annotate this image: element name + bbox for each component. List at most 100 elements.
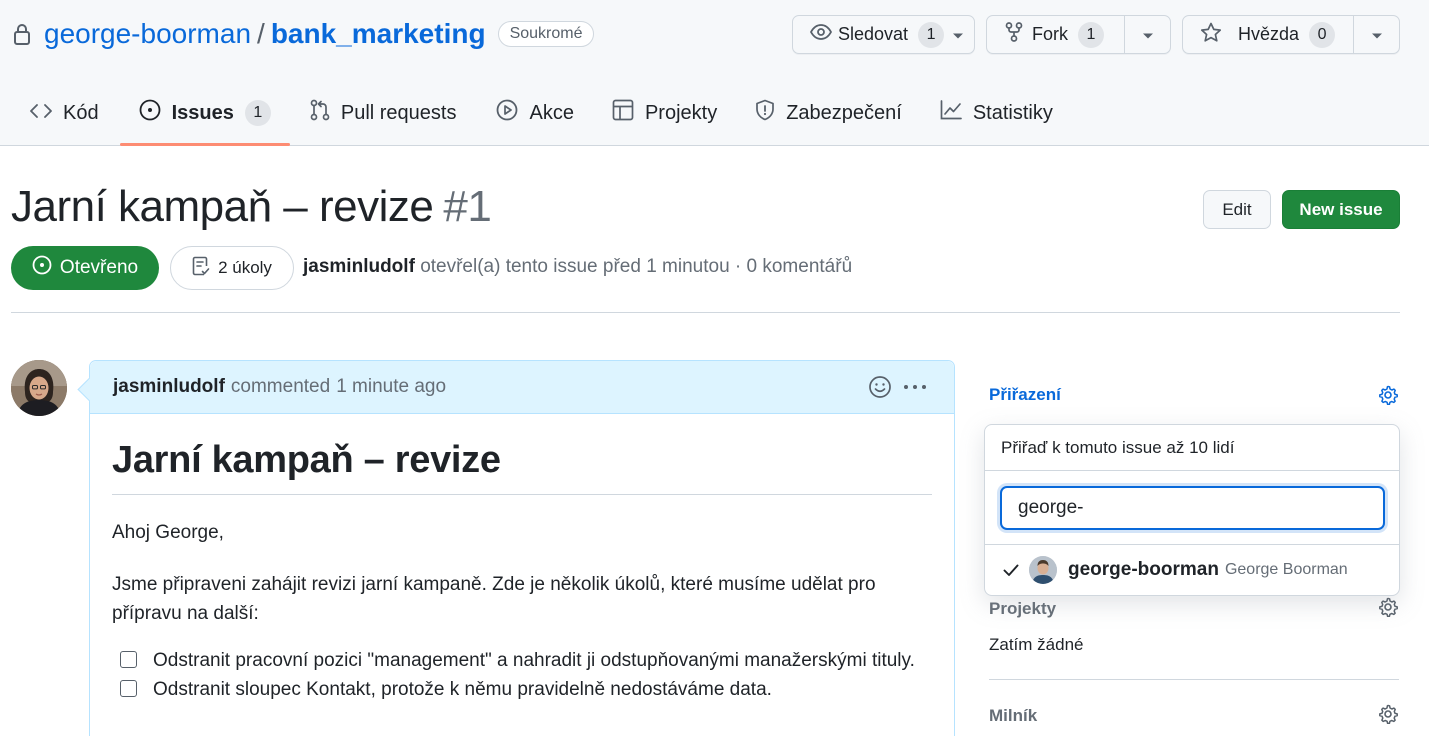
gear-icon[interactable]: [1378, 597, 1398, 618]
comment-box: jasminludolf commented 1 minute ago Jarn…: [89, 360, 955, 736]
table-icon: [612, 99, 645, 127]
tab-code[interactable]: Kód: [0, 88, 118, 138]
checklist-icon: [192, 256, 218, 281]
issue-number: #1: [443, 182, 492, 231]
projects-value: Zatím žádné: [989, 635, 1084, 654]
tab-security[interactable]: Zabezpečení: [736, 88, 921, 138]
tab-issues[interactable]: Issues 1: [119, 88, 291, 146]
issue-meta-text: otevřel(a) tento issue před 1 minutou · …: [420, 256, 853, 277]
avatar: [1029, 556, 1057, 584]
task-text: Odstranit sloupec Kontakt, protože k něm…: [153, 679, 772, 700]
repo-owner-link[interactable]: george-boorman: [44, 18, 251, 50]
play-icon: [496, 99, 529, 127]
tasks-badge[interactable]: 2 úkoly: [170, 246, 294, 290]
issue-opened-icon: [139, 99, 172, 127]
task-text: Odstranit pracovní pozici "management" a…: [153, 650, 915, 671]
watch-count: 1: [918, 21, 945, 48]
repo-nav: Kód Issues 1 Pull requests Akce Projekty…: [0, 88, 1072, 146]
comment-action: commented: [230, 376, 331, 397]
repo-name-link[interactable]: bank_marketing: [271, 18, 486, 50]
tasks-label: 2 úkoly: [218, 258, 272, 277]
tab-actions[interactable]: Akce: [477, 88, 592, 138]
tab-issues-count: 1: [244, 100, 271, 126]
tab-actions-label: Akce: [529, 101, 574, 124]
assignee-filter-input[interactable]: [1000, 486, 1385, 530]
comment-header: jasminludolf commented 1 minute ago: [90, 361, 954, 414]
comment-timestamp[interactable]: 1 minute ago: [336, 376, 446, 398]
fork-button-group: Fork 1: [986, 15, 1171, 54]
issue-state-label: Otevřeno: [59, 257, 139, 278]
lock-icon: [12, 22, 32, 46]
issue-title: Jarní kampaň – revize #1: [11, 182, 492, 232]
task-checkbox[interactable]: [120, 680, 137, 697]
star-button-group: Hvězda 0: [1182, 15, 1400, 54]
avatar[interactable]: [11, 360, 67, 416]
tab-insights-label: Statistiky: [972, 101, 1053, 124]
git-pull-request-icon: [310, 99, 341, 127]
task-list-item: Odstranit pracovní pozici "management" a…: [112, 646, 932, 675]
comment-heading: Jarní kampaň – revize: [112, 439, 932, 495]
task-list: Odstranit pracovní pozici "management" a…: [112, 646, 932, 704]
assignee-option[interactable]: george-boorman George Boorman: [985, 545, 1399, 595]
star-icon: [1200, 22, 1222, 48]
fork-menu-button[interactable]: [1124, 16, 1170, 53]
watch-button[interactable]: Sledovat 1: [792, 15, 975, 54]
issue-state-badge: Otevřeno: [11, 246, 159, 290]
issue-author-link[interactable]: jasminludolf: [303, 256, 415, 277]
fork-count: 1: [1078, 21, 1104, 48]
milestone-heading[interactable]: Milník: [989, 706, 1037, 726]
fork-button[interactable]: Fork 1: [987, 16, 1124, 53]
repo-title: george-boorman / bank_marketing Soukromé: [12, 16, 595, 52]
sidebar-divider: [989, 679, 1399, 680]
gear-icon[interactable]: [1378, 385, 1398, 406]
comment-greeting: Ahoj George,: [112, 522, 224, 543]
task-checkbox[interactable]: [120, 651, 137, 668]
code-icon: [30, 102, 63, 125]
repo-header: george-boorman / bank_marketing Soukromé…: [0, 0, 1429, 146]
task-list-item: Odstranit sloupec Kontakt, protože k něm…: [112, 675, 932, 704]
visibility-badge: Soukromé: [497, 21, 595, 47]
caret-down-icon: [1142, 24, 1154, 45]
tab-pull-requests[interactable]: Pull requests: [291, 88, 476, 138]
issue-title-text: Jarní kampaň – revize: [11, 182, 434, 231]
kebab-horizontal-icon[interactable]: [902, 375, 928, 399]
edit-button[interactable]: Edit: [1203, 190, 1271, 229]
repo-separator: /: [257, 18, 265, 49]
fork-label: Fork: [1032, 24, 1068, 44]
comment-actions: [868, 375, 928, 399]
assignees-heading[interactable]: Přiřazení: [989, 385, 1061, 405]
tab-code-label: Kód: [63, 101, 99, 124]
watch-label: Sledovat: [838, 24, 909, 44]
tab-issues-label: Issues: [171, 101, 234, 124]
repo-forked-icon: [1005, 22, 1023, 47]
check-icon: [1001, 560, 1021, 580]
caret-down-icon: [952, 24, 964, 45]
title-divider: [11, 312, 1400, 313]
tab-pull-requests-label: Pull requests: [340, 101, 457, 124]
tab-projects[interactable]: Projekty: [593, 88, 736, 138]
star-menu-button[interactable]: [1353, 16, 1399, 53]
star-button[interactable]: Hvězda 0: [1183, 16, 1353, 53]
star-count: 0: [1309, 21, 1336, 48]
star-label: Hvězda: [1238, 24, 1300, 44]
shield-icon: [755, 99, 786, 127]
tab-projects-label: Projekty: [644, 101, 718, 124]
comment-body: Jarní kampaň – revize Ahoj George, Jsme …: [90, 439, 954, 704]
smiley-icon[interactable]: [868, 375, 892, 399]
issue-opened-icon: [32, 255, 60, 281]
gear-icon[interactable]: [1378, 704, 1398, 725]
new-issue-button[interactable]: New issue: [1282, 190, 1400, 229]
eye-icon: [809, 24, 833, 45]
popover-title: Přiřaď k tomuto issue až 10 lidí: [985, 425, 1399, 471]
comment-author-link[interactable]: jasminludolf: [113, 376, 225, 398]
graph-icon: [940, 100, 973, 126]
assignee-name: George Boorman: [1224, 561, 1348, 578]
tab-security-label: Zabezpečení: [786, 101, 902, 124]
tab-insights[interactable]: Statistiky: [921, 88, 1072, 138]
issue-meta: jasminludolf otevřel(a) tento issue před…: [303, 256, 852, 278]
projects-heading[interactable]: Projekty: [989, 599, 1056, 619]
comment-paragraph: Jsme připraveni zahájit revizi jarní kam…: [112, 574, 876, 624]
assignees-popover: Přiřaď k tomuto issue až 10 lidí george-…: [984, 424, 1400, 596]
caret-down-icon: [1371, 24, 1383, 45]
popover-filter: [985, 471, 1399, 545]
